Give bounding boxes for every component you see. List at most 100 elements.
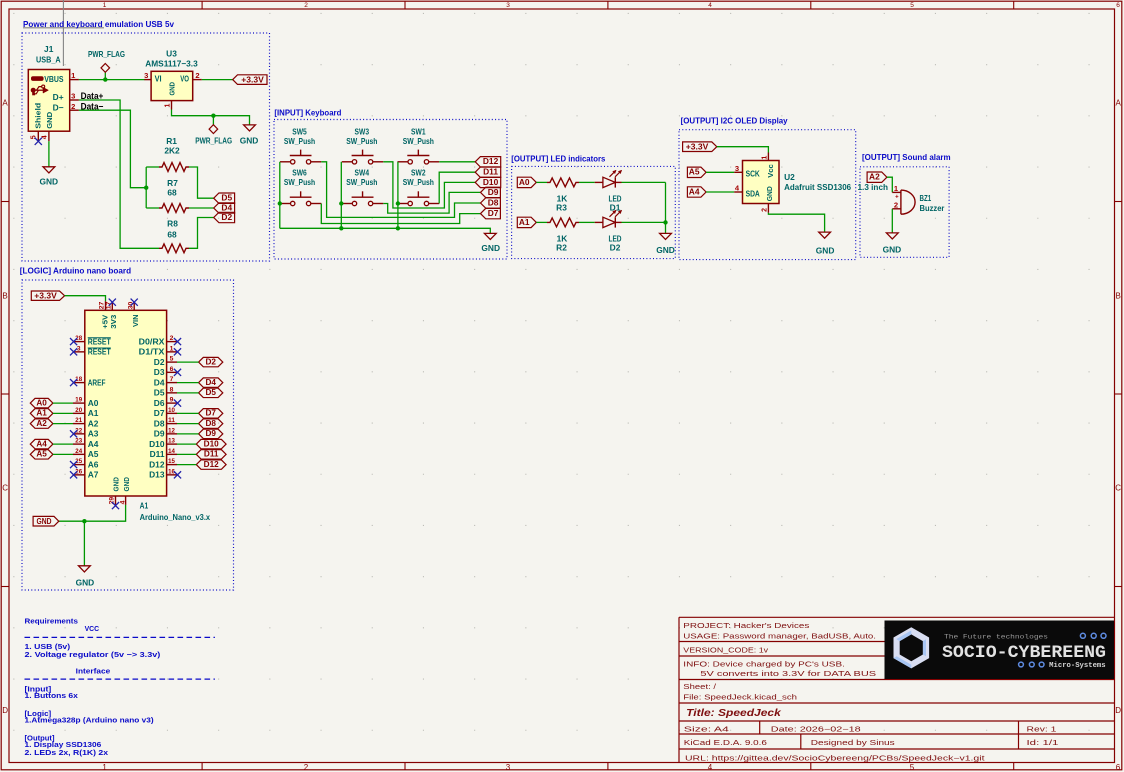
svg-text:A0: A0 — [88, 398, 99, 408]
svg-text:A5: A5 — [88, 449, 99, 459]
svg-text:A2: A2 — [36, 419, 47, 428]
svg-text:D10: D10 — [149, 439, 165, 449]
svg-text:14: 14 — [168, 448, 175, 455]
svg-text:19: 19 — [75, 397, 82, 404]
svg-text:6: 6 — [170, 366, 174, 373]
svg-text:1: 1 — [103, 2, 107, 9]
svg-text:Designed by Sinus: Designed by Sinus — [811, 740, 896, 747]
svg-text:5: 5 — [910, 763, 915, 772]
svg-text:SW2: SW2 — [411, 167, 426, 177]
svg-text:D2: D2 — [221, 212, 232, 222]
svg-text:4: 4 — [41, 135, 48, 139]
svg-text:A4: A4 — [36, 439, 47, 448]
svg-text:1: 1 — [170, 345, 174, 352]
svg-text:BZ1: BZ1 — [920, 193, 932, 203]
svg-text:7: 7 — [170, 376, 174, 383]
svg-text:3V3: 3V3 — [109, 315, 118, 329]
svg-text:Vcc: Vcc — [766, 164, 775, 178]
svg-text:D9: D9 — [488, 187, 499, 197]
svg-text:VIN: VIN — [131, 315, 140, 328]
svg-text:+3.3V: +3.3V — [241, 74, 264, 84]
svg-text:D7: D7 — [205, 409, 216, 418]
svg-text:4: 4 — [708, 2, 712, 9]
svg-text:GND: GND — [112, 477, 121, 492]
svg-text:A0: A0 — [36, 398, 47, 407]
svg-text:SW_Push: SW_Push — [403, 136, 434, 146]
svg-text:A5: A5 — [36, 450, 47, 459]
svg-text:D3: D3 — [154, 367, 165, 377]
svg-text:5: 5 — [910, 2, 914, 9]
svg-text:GND: GND — [47, 112, 54, 129]
svg-text:A: A — [2, 99, 8, 108]
svg-text:D4: D4 — [154, 377, 165, 387]
svg-text:INFO: Device charged by PC's U: INFO: Device charged by PC's USB. — [683, 662, 845, 669]
svg-text:2: 2 — [304, 2, 308, 9]
svg-text:1: 1 — [165, 104, 172, 108]
svg-text:2: 2 — [71, 102, 75, 111]
svg-text:D2: D2 — [154, 357, 165, 367]
svg-text:VCC: VCC — [85, 624, 100, 633]
svg-text:D−: D− — [53, 103, 64, 113]
svg-text:SW6: SW6 — [292, 167, 307, 177]
svg-text:68: 68 — [167, 230, 177, 240]
svg-text:D8: D8 — [205, 419, 216, 428]
svg-text:3: 3 — [506, 2, 510, 9]
svg-text:D1/TX: D1/TX — [139, 347, 165, 357]
svg-text:A4: A4 — [689, 186, 700, 196]
svg-text:29: 29 — [109, 497, 116, 505]
svg-text:D12: D12 — [149, 459, 165, 469]
svg-text:[LOGIC] Arduino nano board: [LOGIC] Arduino nano board — [20, 266, 131, 275]
svg-text:D2: D2 — [610, 243, 621, 253]
svg-text:8: 8 — [170, 386, 174, 393]
svg-text:A2: A2 — [869, 172, 880, 182]
svg-text:Sheet: /: Sheet: / — [683, 684, 716, 691]
svg-text:SW5: SW5 — [292, 127, 307, 137]
svg-text:D+: D+ — [53, 92, 64, 102]
svg-text:24: 24 — [75, 448, 82, 455]
svg-text:1: 1 — [761, 156, 768, 160]
svg-text:SW_Push: SW_Push — [346, 177, 377, 187]
svg-text:J1: J1 — [44, 44, 54, 54]
svg-text:Date: 2026−02−18: Date: 2026−02−18 — [771, 727, 861, 734]
svg-text:20: 20 — [75, 407, 82, 414]
svg-text:GND: GND — [656, 245, 675, 255]
svg-text:AMS1117−3.3: AMS1117−3.3 — [145, 58, 198, 68]
svg-text:Arduino_Nano_v3.x: Arduino_Nano_v3.x — [140, 512, 211, 522]
svg-text:13: 13 — [168, 438, 175, 445]
svg-text:A2: A2 — [88, 418, 99, 428]
svg-text:1.3 inch: 1.3 inch — [858, 182, 889, 192]
svg-text:PWR_FLAG: PWR_FLAG — [88, 49, 125, 59]
svg-text:U2: U2 — [784, 172, 795, 182]
svg-text:GND: GND — [240, 135, 259, 145]
svg-text:5: 5 — [170, 356, 174, 363]
svg-text:6: 6 — [1116, 2, 1120, 9]
svg-text:D5: D5 — [221, 193, 232, 203]
svg-text:6: 6 — [1116, 763, 1121, 772]
svg-text:D4: D4 — [221, 202, 232, 212]
svg-text:SW1: SW1 — [411, 127, 426, 137]
svg-text:2: 2 — [304, 763, 309, 772]
svg-text:B: B — [2, 292, 7, 301]
svg-text:A0: A0 — [519, 177, 530, 187]
svg-text:File: SpeedJeck.kicad_sch: File: SpeedJeck.kicad_sch — [683, 694, 797, 701]
svg-text:[OUTPUT] Sound alarm: [OUTPUT] Sound alarm — [862, 153, 951, 162]
svg-text:VERSION_CODE: 1v: VERSION_CODE: 1v — [683, 648, 768, 655]
svg-text:21: 21 — [75, 417, 82, 424]
svg-text:URL: https://gittea.dev/SocioC: URL: https://gittea.dev/SocioCybereeng/P… — [685, 755, 985, 762]
svg-text:SW_Push: SW_Push — [284, 136, 315, 146]
svg-text:Size: A4: Size: A4 — [684, 727, 729, 734]
svg-text:VBUS: VBUS — [44, 74, 64, 84]
svg-text:[OUTPUT] I2C OLED Display: [OUTPUT] I2C OLED Display — [681, 117, 788, 126]
svg-text:D: D — [2, 706, 8, 715]
svg-text:D5: D5 — [154, 388, 165, 398]
svg-text:A1: A1 — [36, 409, 47, 418]
svg-text:+3.3V: +3.3V — [686, 141, 709, 151]
svg-text:SCK: SCK — [746, 168, 760, 178]
svg-text:D10: D10 — [483, 177, 499, 187]
svg-text:2: 2 — [761, 208, 768, 212]
svg-text:D13: D13 — [149, 470, 165, 480]
svg-text:D11: D11 — [483, 167, 498, 177]
svg-text:D12: D12 — [204, 460, 219, 469]
svg-text:Id: 1/1: Id: 1/1 — [1027, 740, 1059, 747]
svg-text:3: 3 — [144, 71, 148, 80]
